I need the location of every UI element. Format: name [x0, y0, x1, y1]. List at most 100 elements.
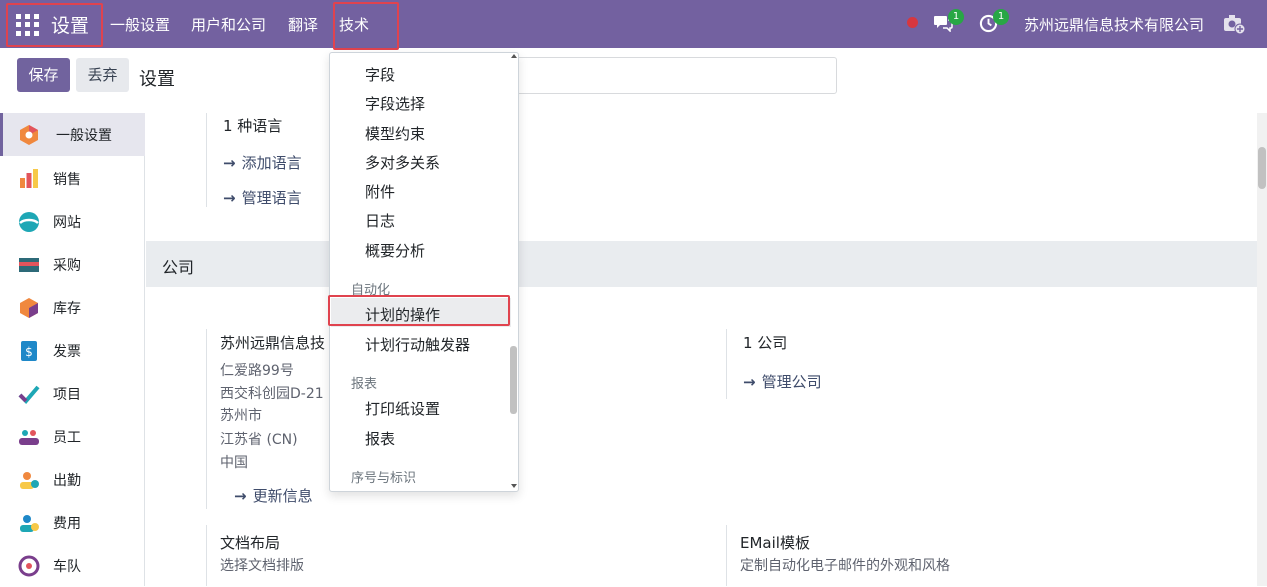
menu-item-reports[interactable]: 报表	[365, 428, 395, 449]
menu-item-action-triggers[interactable]: 计划行动触发器	[365, 334, 470, 355]
sidebar-item-label: 一般设置	[56, 127, 112, 144]
menu-item-logs[interactable]: 日志	[365, 210, 395, 231]
document-layout-title: 文档布局	[220, 534, 281, 552]
manage-companies-link[interactable]: → 管理公司	[743, 371, 822, 392]
update-info-label: 更新信息	[252, 487, 313, 505]
scroll-down-icon[interactable]	[511, 484, 517, 488]
dropdown-scrollbar-thumb[interactable]	[510, 346, 517, 414]
page-scrollbar[interactable]	[1257, 113, 1267, 586]
divider	[206, 113, 207, 207]
sidebar-item-invoicing[interactable]: $ 发票	[0, 329, 145, 372]
divider	[206, 329, 207, 509]
sidebar-item-attendance[interactable]: 出勤	[0, 458, 145, 501]
expenses-icon	[20, 514, 39, 532]
sidebar-item-label: 费用	[53, 515, 81, 532]
page-title: 设置	[139, 69, 175, 90]
highlight-box-technical	[333, 2, 399, 50]
menu-item-profiling[interactable]: 概要分析	[365, 240, 425, 261]
svg-text:$: $	[25, 345, 33, 359]
project-icon	[18, 385, 40, 404]
sidebar-item-inventory[interactable]: 库存	[0, 286, 145, 329]
menu-item-fields[interactable]: 字段	[365, 64, 395, 85]
sidebar-item-sales[interactable]: 销售	[0, 157, 145, 200]
company-switcher-name[interactable]: 苏州远鼎信息技术有限公司	[1024, 14, 1204, 35]
activity-count-badge: 1	[993, 9, 1009, 25]
attendance-icon	[20, 471, 39, 489]
arrow-right-icon: →	[223, 154, 236, 172]
sidebar-item-website[interactable]: 网站	[0, 200, 145, 243]
sidebar-item-label: 库存	[53, 300, 81, 317]
menu-item-attachments[interactable]: 附件	[365, 181, 395, 202]
manage-languages-label: 管理语言	[241, 189, 302, 207]
email-template-desc: 定制自动化电子邮件的外观和风格	[740, 558, 950, 574]
address-line: 苏州市	[220, 408, 262, 424]
website-icon	[19, 211, 39, 232]
divider	[726, 525, 727, 586]
dropdown-scrollbar[interactable]	[509, 52, 519, 492]
section-title: 公司	[162, 258, 195, 277]
add-language-label: 添加语言	[241, 154, 302, 172]
settings-main-content: 1 种语言 → 添加语言 → 管理语言 公司 苏州远鼎信息技 仁爱路99号 西交科创…	[146, 113, 1257, 586]
address-line: 江苏省 (CN)	[220, 432, 298, 448]
menu-item-field-selection[interactable]: 字段选择	[365, 93, 425, 114]
sidebar-item-label: 网站	[53, 214, 81, 231]
sidebar-item-employees[interactable]: 员工	[0, 415, 145, 458]
scrollbar-thumb[interactable]	[1258, 147, 1266, 189]
sidebar-item-project[interactable]: 项目	[0, 372, 145, 415]
fleet-icon	[18, 555, 40, 576]
record-status-dot	[907, 17, 918, 28]
highlight-box-scheduled-actions	[328, 295, 510, 326]
scroll-up-icon[interactable]	[511, 54, 517, 58]
menu-item-model-constraints[interactable]: 模型约束	[365, 123, 425, 144]
sales-icon	[20, 168, 38, 188]
email-template-title: EMail模板	[740, 534, 810, 552]
search-input[interactable]	[512, 57, 837, 94]
sidebar-item-label: 车队	[53, 558, 81, 575]
chat-count-badge: 1	[948, 9, 964, 25]
divider	[206, 525, 207, 586]
highlight-box-settings	[6, 3, 103, 47]
sidebar-item-label: 员工	[53, 429, 81, 446]
sidebar-item-label: 发票	[53, 343, 81, 360]
company-name: 苏州远鼎信息技	[220, 334, 326, 352]
save-button[interactable]: 保存	[17, 58, 70, 92]
sidebar-item-label: 销售	[53, 171, 81, 188]
purchase-icon	[19, 257, 39, 272]
menu-users-companies[interactable]: 用户和公司	[191, 14, 266, 35]
companies-count: 1 公司	[743, 334, 788, 352]
menu-general-settings[interactable]: 一般设置	[110, 14, 170, 35]
sidebar-item-label: 项目	[53, 386, 81, 403]
sidebar-item-purchase[interactable]: 采购	[0, 243, 145, 286]
invoice-icon: $	[21, 340, 37, 361]
settings-sidebar: 一般设置 销售 网站 采购 库存 $ 发票 项目 员工 出勤 费用 车队	[0, 113, 145, 586]
company-section-header: 公司	[146, 241, 1257, 287]
sidebar-item-fleet[interactable]: 车队	[0, 544, 145, 587]
sidebar-item-label: 出勤	[53, 472, 81, 489]
menu-header-reports: 报表	[351, 377, 378, 392]
address-line: 中国	[220, 455, 248, 471]
arrow-right-icon: →	[234, 487, 247, 505]
menu-item-many2many[interactable]: 多对多关系	[365, 152, 440, 173]
sidebar-item-label: 采购	[53, 257, 81, 274]
settings-icon	[20, 124, 38, 145]
add-language-link[interactable]: → 添加语言	[223, 152, 302, 173]
arrow-right-icon: →	[223, 189, 236, 207]
discard-button[interactable]: 丢弃	[76, 58, 129, 92]
update-info-link[interactable]: → 更新信息	[234, 485, 313, 506]
sidebar-item-expenses[interactable]: 费用	[0, 501, 145, 544]
manage-languages-link[interactable]: → 管理语言	[223, 187, 302, 208]
address-line: 仁爱路99号	[220, 363, 294, 379]
manage-companies-label: 管理公司	[761, 373, 822, 391]
technical-dropdown-menu: 字段 字段选择 模型约束 多对多关系 附件 日志 概要分析 自动化 计划的操作 …	[329, 52, 519, 492]
divider	[726, 329, 727, 399]
menu-header-sequences: 序号与标识	[351, 471, 417, 486]
menu-translations[interactable]: 翻译	[288, 14, 318, 35]
address-line: 西交科创园D-21	[220, 386, 324, 402]
arrow-right-icon: →	[743, 373, 756, 391]
menu-item-paper-format[interactable]: 打印纸设置	[365, 398, 440, 419]
inventory-icon	[20, 297, 38, 318]
document-layout-desc: 选择文档排版	[220, 558, 304, 574]
sidebar-item-general-settings[interactable]: 一般设置	[0, 113, 145, 156]
language-count: 1 种语言	[223, 117, 283, 135]
camera-add-icon[interactable]	[1222, 13, 1246, 35]
